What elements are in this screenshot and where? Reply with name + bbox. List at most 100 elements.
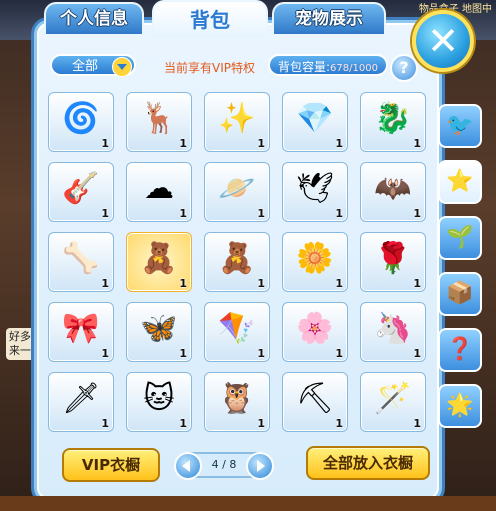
flower-garland-icon: 🌼 (296, 241, 334, 276)
item-slot[interactable]: 🌀 1 (48, 92, 114, 152)
item-count: 1 (101, 417, 109, 430)
pink-crystal-icon: 💎 (296, 101, 334, 136)
item-count: 1 (101, 137, 109, 150)
clouds-icon: ☁ (144, 171, 174, 206)
item-slot[interactable]: 🎀 1 (48, 302, 114, 362)
tab-backpack[interactable]: 背包 (152, 0, 268, 38)
side-tab-robot-bird[interactable]: 🐦 (438, 104, 482, 148)
item-count: 1 (101, 207, 109, 220)
close-x-icon: ✕ (427, 19, 459, 63)
capacity-indicator: 背包容量:678/1000 (268, 54, 388, 76)
rose-wreath-icon: 🌹 (374, 241, 412, 276)
item-count: 1 (413, 417, 421, 430)
item-slot[interactable]: 🐉 1 (360, 92, 426, 152)
guitar-icon: 🎸 (62, 171, 100, 206)
item-count: 1 (335, 137, 343, 150)
filter-value: 全部 (72, 59, 99, 74)
silver-wings-icon: 🕊 (295, 171, 335, 206)
item-slot[interactable]: 🧸 1 (126, 232, 192, 292)
item-count: 1 (335, 347, 343, 360)
item-slot[interactable]: 🌹 1 (360, 232, 426, 292)
put-all-in-wardrobe-button[interactable]: 全部放入衣橱 (306, 446, 430, 480)
item-count: 1 (179, 207, 187, 220)
side-tab-question[interactable]: ❓ (438, 328, 482, 372)
tab-pet-display[interactable]: 宠物展示 (272, 2, 386, 34)
star-card-icon: ⭐ (446, 169, 474, 194)
magic-wand-icon: 🪄 (374, 381, 412, 416)
item-count: 1 (257, 417, 265, 430)
side-tab-box[interactable]: 📦 (438, 272, 482, 316)
pickaxe-icon: ⛏ (295, 381, 335, 416)
item-slot[interactable]: ✨ 1 (204, 92, 270, 152)
item-slot[interactable]: 🦴 1 (48, 232, 114, 292)
tab-personal-info[interactable]: 个人信息 (44, 2, 144, 34)
item-slot[interactable]: 🌼 1 (282, 232, 348, 292)
item-slot[interactable]: 🦋 1 (126, 302, 192, 362)
item-slot[interactable]: 🗡 1 (48, 372, 114, 432)
pink-flower-wand-icon: 🌸 (296, 311, 334, 346)
next-page-icon[interactable] (246, 452, 274, 480)
item-slot[interactable]: 🕊 1 (282, 162, 348, 222)
item-slot[interactable]: 🦉 1 (204, 372, 270, 432)
item-count: 1 (335, 277, 343, 290)
item-slot[interactable]: 🧸 1 (204, 232, 270, 292)
side-tab-star-card[interactable]: ⭐ (438, 160, 482, 204)
item-count: 1 (413, 137, 421, 150)
fairy-wings-icon: 🦋 (140, 311, 178, 346)
item-count: 1 (413, 277, 421, 290)
light-rays-icon: ✨ (218, 101, 256, 136)
dragon-frame-icon: 🐉 (374, 101, 412, 136)
game-bottom-bar (0, 496, 496, 511)
item-count: 1 (257, 277, 265, 290)
blue-sword-icon: 🗡 (61, 381, 101, 416)
item-slot[interactable]: 🎸 1 (48, 162, 114, 222)
item-slot[interactable]: ⛏ 1 (282, 372, 348, 432)
item-slot[interactable]: 🦌 1 (126, 92, 192, 152)
item-count: 1 (179, 347, 187, 360)
item-count: 1 (257, 137, 265, 150)
category-filter-dropdown[interactable]: 全部 (50, 54, 136, 77)
item-count: 1 (101, 277, 109, 290)
item-slot[interactable]: 🪁 1 (204, 302, 270, 362)
unicorn-icon: 🦄 (374, 311, 412, 346)
side-tab-purple-star[interactable]: 🌟 (438, 384, 482, 428)
bear-plush-selected-icon: 🧸 (140, 241, 178, 276)
bear-plush-icon: 🧸 (218, 241, 256, 276)
robot-bird-icon: 🐦 (446, 113, 474, 138)
item-count: 1 (257, 207, 265, 220)
item-slot[interactable]: 🦄 1 (360, 302, 426, 362)
close-button[interactable]: ✕ (412, 10, 474, 72)
item-slot[interactable]: 🪄 1 (360, 372, 426, 432)
item-count: 1 (179, 277, 187, 290)
item-slot[interactable]: 🐱 1 (126, 372, 192, 432)
item-slot[interactable]: 💎 1 (282, 92, 348, 152)
question-icon: ❓ (446, 337, 474, 362)
chevron-down-icon[interactable] (112, 57, 132, 77)
red-kite-icon: 🪁 (218, 311, 256, 346)
item-slot[interactable]: 🦇 1 (360, 162, 426, 222)
vip-wardrobe-button[interactable]: VIP衣橱 (62, 448, 160, 482)
item-count: 1 (413, 207, 421, 220)
purple-star-icon: 🌟 (446, 393, 474, 418)
owl-icon: 🦉 (218, 381, 256, 416)
item-count: 1 (335, 417, 343, 430)
twin-bows-icon: 🎀 (62, 311, 100, 346)
fox-cat-icon: 🐱 (143, 381, 175, 416)
dark-antlers-icon: 🦌 (140, 101, 178, 136)
box-icon: 📦 (446, 281, 474, 306)
item-slot[interactable]: ☁ 1 (126, 162, 192, 222)
black-wings-icon: 🦇 (374, 171, 412, 206)
silver-frame-icon: 🌀 (62, 101, 100, 136)
item-grid: 🌀 1 🦌 1 ✨ 1 💎 1 🐉 1 🎸 1 ☁ 1 🪐 1 🕊 1 🦇 1 🦴 1 🧸 1 🧸 1 🌼 1 🌹 1 🎀 1 🦋 1 🪁 1 🌸 1 🦄 1… (48, 92, 428, 436)
item-count: 1 (257, 347, 265, 360)
item-slot[interactable]: 🪐 1 (204, 162, 270, 222)
item-count: 1 (179, 137, 187, 150)
capacity-label: 背包容量: (278, 60, 331, 74)
item-count: 1 (335, 207, 343, 220)
pagination: 4 / 8 (174, 452, 274, 480)
side-tab-seed-bag[interactable]: 🌱 (438, 216, 482, 260)
item-count: 1 (179, 417, 187, 430)
item-slot[interactable]: 🌸 1 (282, 302, 348, 362)
item-count: 1 (101, 347, 109, 360)
help-button[interactable]: ? (390, 54, 418, 82)
